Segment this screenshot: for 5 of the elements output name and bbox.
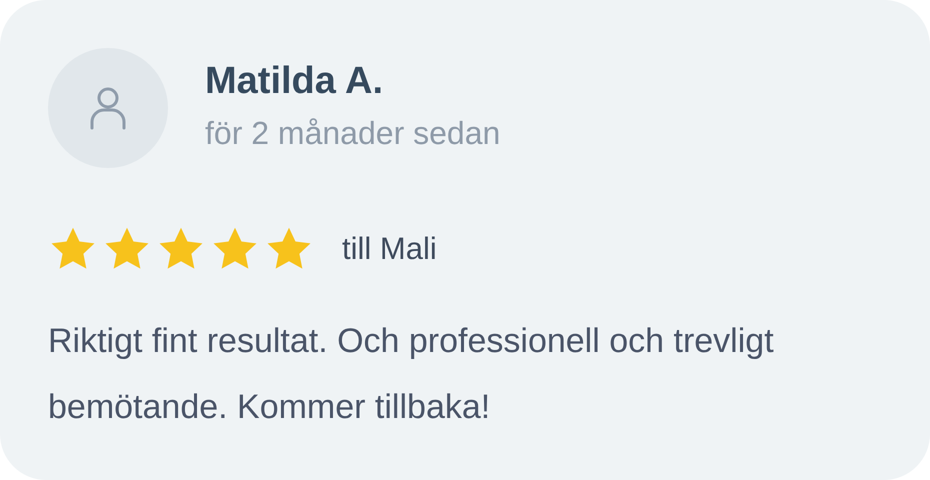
user-icon [88, 86, 128, 130]
review-target: till Mali [342, 231, 437, 267]
review-text: Riktigt fint resultat. Och professionell och trevligt bemötande. Kommer tillbaka! [48, 321, 775, 428]
review-time: för 2 månader sedan [205, 115, 500, 152]
author-name: Matilda A. [205, 60, 384, 103]
